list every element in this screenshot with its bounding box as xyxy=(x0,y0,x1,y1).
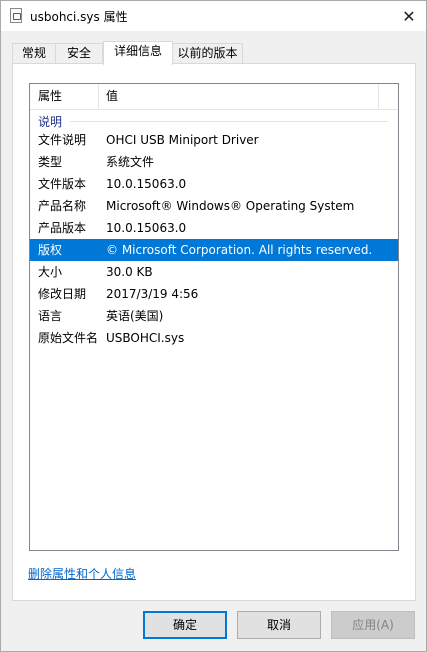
group-label: 说明 xyxy=(38,115,63,129)
row-property: 文件说明 xyxy=(38,133,87,147)
list-row[interactable]: 文件版本 10.0.15063.0 xyxy=(30,173,398,195)
row-property: 产品版本 xyxy=(38,221,87,235)
list-row[interactable]: 产品版本 10.0.15063.0 xyxy=(30,217,398,239)
close-icon: ✕ xyxy=(402,6,416,26)
list-row[interactable]: 修改日期 2017/3/19 4:56 xyxy=(30,283,398,305)
row-value: USBOHCI.sys xyxy=(106,331,185,345)
row-value: OHCI USB Miniport Driver xyxy=(106,133,259,147)
tab-security[interactable]: 安全 xyxy=(55,43,103,63)
row-value: Microsoft® Windows® Operating System xyxy=(106,199,355,213)
list-row[interactable]: 类型 系统文件 xyxy=(30,151,398,173)
row-property: 版权 xyxy=(38,243,63,257)
cancel-button[interactable]: 取消 xyxy=(237,611,321,639)
row-property: 语言 xyxy=(38,309,63,323)
row-value: 10.0.15063.0 xyxy=(106,221,187,235)
details-list[interactable]: 属性 值 说明 文件说明 OHCI USB Miniport Driver 类型… xyxy=(29,83,399,551)
tab-details[interactable]: 详细信息 xyxy=(103,41,173,65)
row-value: 2017/3/19 4:56 xyxy=(106,287,199,301)
apply-button[interactable]: 应用(A) xyxy=(331,611,415,639)
group-header[interactable]: 说明 xyxy=(30,111,398,131)
tab-general[interactable]: 常规 xyxy=(12,43,56,63)
list-header: 属性 值 xyxy=(30,84,398,110)
row-value: 10.0.15063.0 xyxy=(106,177,187,191)
list-row[interactable]: 大小 30.0 KB xyxy=(30,261,398,283)
row-value: © Microsoft Corporation. All rights rese… xyxy=(106,243,373,257)
window-title: usbohci.sys 属性 xyxy=(30,10,128,24)
remove-properties-link[interactable]: 删除属性和个人信息 xyxy=(28,565,136,582)
row-value: 系统文件 xyxy=(106,155,155,169)
row-property: 类型 xyxy=(38,155,63,169)
row-value: 英语(美国) xyxy=(106,309,164,323)
list-row[interactable]: 文件说明 OHCI USB Miniport Driver xyxy=(30,129,398,151)
row-value: 30.0 KB xyxy=(106,265,153,279)
row-property: 大小 xyxy=(38,265,63,279)
row-property: 产品名称 xyxy=(38,199,87,213)
file-icon xyxy=(10,8,22,23)
column-divider[interactable] xyxy=(378,84,379,109)
close-button[interactable]: ✕ xyxy=(392,1,426,31)
list-row[interactable]: 产品名称 Microsoft® Windows® Operating Syste… xyxy=(30,195,398,217)
list-row[interactable]: 原始文件名 USBOHCI.sys xyxy=(30,327,398,349)
row-property: 文件版本 xyxy=(38,177,87,191)
tab-previous-versions[interactable]: 以前的版本 xyxy=(172,43,243,63)
ok-button[interactable]: 确定 xyxy=(143,611,227,639)
details-panel: 属性 值 说明 文件说明 OHCI USB Miniport Driver 类型… xyxy=(12,63,416,601)
title-bar: usbohci.sys 属性 ✕ xyxy=(1,1,426,31)
list-row[interactable]: 语言 英语(美国) xyxy=(30,305,398,327)
properties-dialog: usbohci.sys 属性 ✕ 常规 安全 详细信息 以前的版本 属性 值 说… xyxy=(0,0,427,652)
column-header-value[interactable]: 值 xyxy=(106,84,118,109)
list-row-selected[interactable]: 版权 © Microsoft Corporation. All rights r… xyxy=(30,239,398,261)
group-divider xyxy=(70,121,388,122)
row-property: 原始文件名 xyxy=(38,331,99,345)
row-property: 修改日期 xyxy=(38,287,87,301)
column-divider[interactable] xyxy=(98,84,99,109)
column-header-property[interactable]: 属性 xyxy=(38,84,62,109)
